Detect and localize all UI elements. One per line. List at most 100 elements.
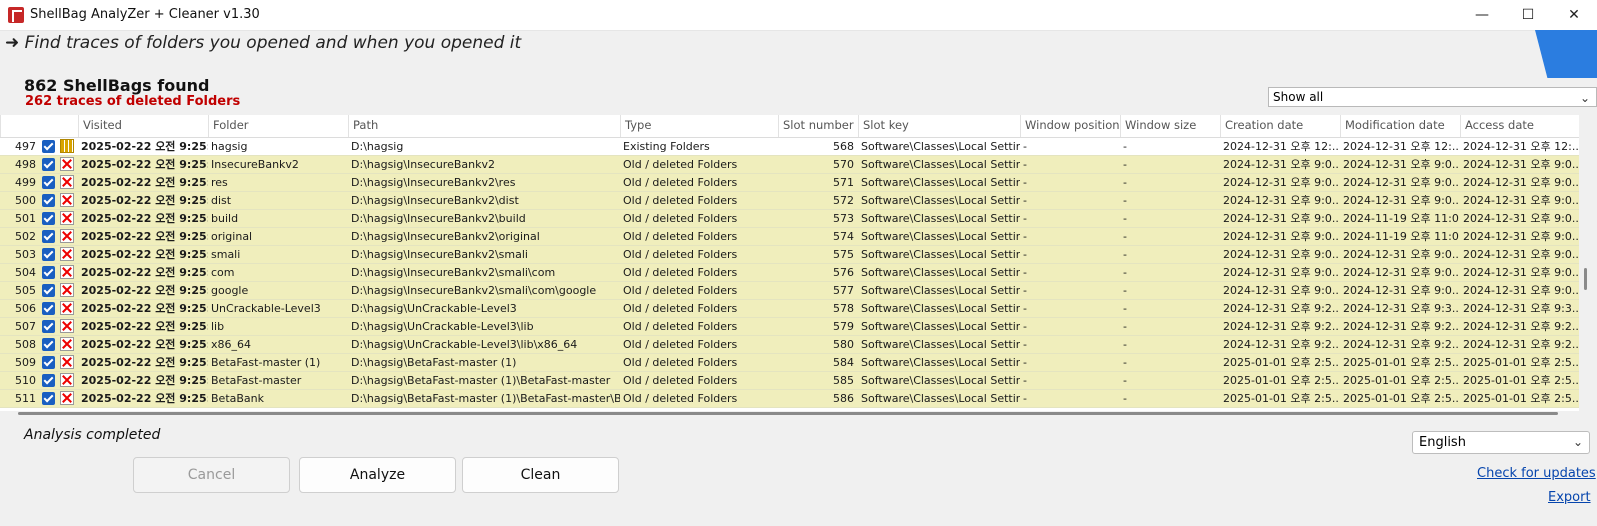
cell-created: 2024-12-31 오후 9:0... xyxy=(1223,266,1340,279)
row-index: 511 xyxy=(15,392,36,405)
close-button[interactable]: ✕ xyxy=(1551,0,1597,30)
table-row[interactable]: 499 2025-02-22 오전 9:25:33res D:\hagsig\Ins… xyxy=(0,174,1579,192)
cell-win-pos: - xyxy=(1023,230,1027,243)
row-checkbox[interactable] xyxy=(42,338,55,351)
column-header[interactable]: Window position xyxy=(1020,115,1120,137)
column-header[interactable]: Access date xyxy=(1460,115,1579,137)
row-checkbox[interactable] xyxy=(42,320,55,333)
maximize-button[interactable]: ☐ xyxy=(1505,0,1551,30)
column-header[interactable] xyxy=(0,115,78,137)
table-row[interactable]: 508 2025-02-22 오전 9:25:33x86_64 D:\hagsig\… xyxy=(0,336,1579,354)
cell-modified: 2025-01-01 오후 2:5... xyxy=(1343,356,1460,369)
cell-folder: google xyxy=(211,284,249,297)
cell-accessed: 2025-01-01 오후 2:5... xyxy=(1463,374,1579,387)
cell-path: D:\hagsig\BetaFast-master (1)\BetaFast-m… xyxy=(351,374,611,387)
cell-modified: 2024-12-31 오후 9:2... xyxy=(1343,338,1460,351)
column-header[interactable]: Type xyxy=(620,115,778,137)
row-index: 510 xyxy=(15,374,36,387)
column-header[interactable]: Slot key xyxy=(858,115,1020,137)
table-row[interactable]: 497 2025-02-22 오전 9:25:34hagsig D:\hagsig E… xyxy=(0,138,1579,156)
cell-slot-key: Software\Classes\Local Settin... xyxy=(861,248,1020,261)
deleted-folder-icon xyxy=(60,391,74,405)
row-checkbox[interactable] xyxy=(42,248,55,261)
deleted-folder-icon xyxy=(60,193,74,207)
row-checkbox[interactable] xyxy=(42,230,55,243)
deleted-folder-icon xyxy=(60,229,74,243)
row-checkbox[interactable] xyxy=(42,266,55,279)
cell-modified: 2024-11-19 오후 11:0... xyxy=(1343,212,1460,225)
cell-visited: 2025-02-22 오전 9:25:33 xyxy=(81,284,208,297)
table-row[interactable]: 504 2025-02-22 오전 9:25:33com D:\hagsig\Ins… xyxy=(0,264,1579,282)
cell-type: Old / deleted Folders xyxy=(623,194,738,207)
cell-path: D:\hagsig\InsecureBankv2\res xyxy=(351,176,516,189)
cell-modified: 2024-12-31 오후 9:3... xyxy=(1343,302,1460,315)
clean-button[interactable]: Clean xyxy=(462,457,619,493)
table-row[interactable]: 507 2025-02-22 오전 9:25:33lib D:\hagsig\UnC… xyxy=(0,318,1579,336)
language-value: English xyxy=(1419,435,1466,450)
cell-folder: InsecureBankv2 xyxy=(211,158,299,171)
cell-accessed: 2024-12-31 오후 9:0... xyxy=(1463,194,1579,207)
cell-folder: hagsig xyxy=(211,140,248,153)
table-row[interactable]: 503 2025-02-22 오전 9:25:33smali D:\hagsig\I… xyxy=(0,246,1579,264)
language-select[interactable]: English ⌄ xyxy=(1412,431,1590,454)
cell-accessed: 2024-12-31 오후 9:0... xyxy=(1463,158,1579,171)
row-checkbox[interactable] xyxy=(42,374,55,387)
cell-path: D:\hagsig\InsecureBankv2\smali\com xyxy=(351,266,556,279)
table-row[interactable]: 500 2025-02-22 오전 9:25:33dist D:\hagsig\In… xyxy=(0,192,1579,210)
vertical-scrollbar[interactable] xyxy=(1584,268,1587,290)
row-checkbox[interactable] xyxy=(42,194,55,207)
analyze-button[interactable]: Analyze xyxy=(299,457,456,493)
cell-type: Old / deleted Folders xyxy=(623,392,738,405)
row-checkbox[interactable] xyxy=(42,140,55,153)
row-checkbox[interactable] xyxy=(42,284,55,297)
cell-slot: 568 xyxy=(833,140,854,153)
check-updates-link[interactable]: Check for updates xyxy=(1477,466,1596,481)
cell-created: 2024-12-31 오후 9:0... xyxy=(1223,158,1340,171)
table-row[interactable]: 509 2025-02-22 오전 9:25:33BetaFast-master … xyxy=(0,354,1579,372)
folder-icon xyxy=(60,139,74,153)
horizontal-scrollbar[interactable] xyxy=(18,412,1558,415)
cell-slot: 570 xyxy=(833,158,854,171)
cell-type: Old / deleted Folders xyxy=(623,230,738,243)
cell-win-size: - xyxy=(1123,284,1127,297)
row-checkbox[interactable] xyxy=(42,176,55,189)
filter-dropdown[interactable]: Show all ⌄ xyxy=(1268,87,1597,107)
cell-win-pos: - xyxy=(1023,284,1027,297)
cancel-button[interactable]: Cancel xyxy=(133,457,290,493)
table-row[interactable]: 506 2025-02-22 오전 9:25:33UnCrackable-Leve… xyxy=(0,300,1579,318)
table-row[interactable]: 511 2025-02-22 오전 9:25:34BetaBank D:\hagsi… xyxy=(0,390,1579,408)
cell-win-pos: - xyxy=(1023,302,1027,315)
cell-created: 2024-12-31 오후 9:2... xyxy=(1223,302,1340,315)
cell-modified: 2024-12-31 오후 9:0... xyxy=(1343,284,1460,297)
cell-win-size: - xyxy=(1123,266,1127,279)
row-checkbox[interactable] xyxy=(42,356,55,369)
table-row[interactable]: 505 2025-02-22 오전 9:25:33google D:\hagsig\… xyxy=(0,282,1579,300)
row-checkbox[interactable] xyxy=(42,392,55,405)
column-header[interactable]: Window size xyxy=(1120,115,1220,137)
cell-created: 2024-12-31 오후 9:0... xyxy=(1223,248,1340,261)
column-header[interactable]: Modification date xyxy=(1340,115,1460,137)
cell-created: 2024-12-31 오후 9:0... xyxy=(1223,284,1340,297)
column-header[interactable]: Slot number xyxy=(778,115,858,137)
cell-type: Old / deleted Folders xyxy=(623,320,738,333)
table-row[interactable]: 510 2025-02-22 오전 9:25:33BetaFast-master D… xyxy=(0,372,1579,390)
minimize-button[interactable]: — xyxy=(1459,0,1505,30)
cell-created: 2025-01-01 오후 2:5... xyxy=(1223,392,1340,405)
row-checkbox[interactable] xyxy=(42,302,55,315)
column-header[interactable]: Folder xyxy=(208,115,348,137)
row-checkbox[interactable] xyxy=(42,212,55,225)
column-header[interactable]: Path xyxy=(348,115,620,137)
table-row[interactable]: 502 2025-02-22 오전 9:25:33original D:\hagsi… xyxy=(0,228,1579,246)
shellbag-table[interactable]: Visited Folder Path Type Slot number Slot key… xyxy=(0,115,1579,411)
deleted-folder-icon xyxy=(60,283,74,297)
column-header[interactable]: Visited xyxy=(78,115,208,137)
table-row[interactable]: 498 2025-02-22 오전 9:25:33InsecureBankv2 D:… xyxy=(0,156,1579,174)
cell-slot-key: Software\Classes\Local Settin... xyxy=(861,230,1020,243)
cell-accessed: 2024-12-31 오후 12:... xyxy=(1463,140,1579,153)
filter-value: Show all xyxy=(1273,90,1324,104)
column-header[interactable]: Creation date xyxy=(1220,115,1340,137)
export-link[interactable]: Export xyxy=(1548,490,1591,505)
row-checkbox[interactable] xyxy=(42,158,55,171)
cell-accessed: 2025-01-01 오후 2:5... xyxy=(1463,356,1579,369)
table-row[interactable]: 501 2025-02-22 오전 9:25:33build D:\hagsig\I… xyxy=(0,210,1579,228)
